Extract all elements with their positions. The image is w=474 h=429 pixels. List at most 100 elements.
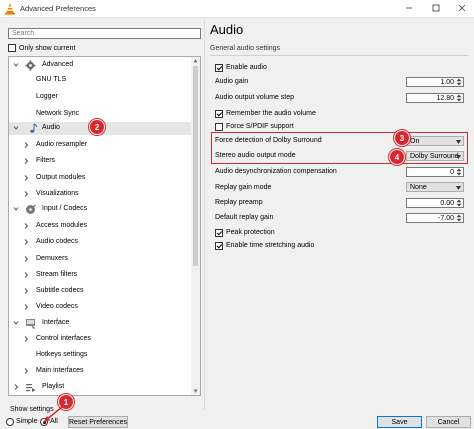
force-spdif-label: Force S/PDIF support — [226, 123, 294, 130]
vlc-cone-icon — [5, 3, 15, 15]
volume-step-label: Audio output volume step — [215, 94, 294, 101]
force-spdif-checkbox[interactable] — [215, 122, 223, 131]
save-button[interactable]: Save — [377, 416, 422, 428]
stereo-mode-label: Stereo audio output mode — [215, 152, 296, 159]
replay-gain-mode-dropdown[interactable]: None — [406, 182, 464, 192]
tree-item-output-modules[interactable]: Output modules — [9, 172, 192, 185]
chevron-right-icon[interactable] — [23, 271, 29, 279]
chevron-right-icon[interactable] — [23, 303, 29, 311]
scrollbar-thumb[interactable] — [193, 66, 198, 266]
chevron-down-icon[interactable] — [13, 124, 19, 132]
chevron-right-icon[interactable] — [23, 287, 29, 295]
dropdown-arrow-icon — [456, 140, 461, 144]
tree-item-demuxers[interactable]: Demuxers — [9, 253, 192, 266]
tree-item-label: Filters — [36, 157, 56, 164]
all-radio[interactable] — [40, 418, 48, 426]
tree-item-playlist[interactable]: Playlist — [9, 381, 192, 394]
tree-item-main-interfaces[interactable]: Main interfaces — [9, 365, 192, 378]
time-stretching-label: Enable time stretching audio — [226, 242, 315, 249]
panel-title: Audio — [210, 22, 244, 37]
chevron-down-icon[interactable] — [13, 205, 19, 213]
cancel-button[interactable]: Cancel — [426, 416, 471, 428]
tree-item-access-modules[interactable]: Access modules — [9, 220, 192, 233]
chevron-right-icon[interactable] — [13, 383, 19, 391]
default-replay-gain-input[interactable]: -7.00 — [406, 213, 464, 223]
spin-arrows-icon[interactable] — [456, 78, 462, 86]
tree-item-input-codecs[interactable]: Input / Codecs — [9, 203, 192, 216]
enable-audio-checkbox[interactable] — [215, 63, 223, 72]
tree-item-video-codecs[interactable]: Video codecs — [9, 301, 192, 314]
desync-comp-input[interactable]: 0 — [406, 167, 464, 177]
chevron-down-icon[interactable] — [13, 319, 19, 327]
time-stretching-option[interactable]: Enable time stretching audio — [215, 240, 314, 251]
volume-step-value: 12.80 — [436, 95, 454, 102]
tree-item-logger[interactable]: Logger — [9, 91, 192, 104]
chevron-right-icon[interactable] — [23, 367, 29, 375]
spin-arrows-icon[interactable] — [456, 214, 462, 222]
dropdown-arrow-icon — [456, 186, 461, 190]
replay-preamp-input[interactable]: 0.00 — [406, 198, 464, 208]
all-radio-label[interactable]: All — [50, 418, 58, 425]
force-spdif-option[interactable]: Force S/PDIF support — [215, 121, 294, 132]
tree-item-subtitle-codecs[interactable]: Subtitle codecs — [9, 285, 192, 298]
simple-radio[interactable] — [6, 418, 14, 426]
volume-step-input[interactable]: 12.80 — [406, 93, 464, 103]
only-show-current-label: Only show current — [19, 44, 76, 52]
stereo-mode-dropdown[interactable]: Dolby Surround — [406, 151, 464, 161]
tree-item-label: Hotkeys settings — [36, 351, 88, 358]
tree-item-label: Playlist — [42, 383, 65, 390]
tree-scrollbar[interactable] — [191, 57, 200, 395]
only-show-current-checkbox[interactable]: Only show current — [8, 43, 75, 53]
chevron-right-icon[interactable] — [23, 174, 29, 182]
tree-item-label: Video codecs — [36, 303, 78, 310]
chevron-down-icon[interactable] — [13, 61, 19, 69]
scroll-up-icon[interactable] — [193, 58, 198, 64]
audio-gain-value: 1.00 — [440, 79, 454, 86]
minimize-button[interactable] — [402, 2, 416, 14]
chevron-right-icon[interactable] — [23, 190, 29, 198]
tree-item-gnu-tls[interactable]: GNU TLS — [9, 74, 192, 87]
preferences-tree[interactable]: Advanced GNU TLS Logger Network Sync Aud… — [8, 56, 201, 396]
tree-item-stream-filters[interactable]: Stream filters — [9, 269, 192, 282]
peak-protection-checkbox[interactable] — [215, 228, 223, 237]
remember-volume-option[interactable]: Remember the audio volume — [215, 108, 316, 119]
spin-arrows-icon[interactable] — [456, 168, 462, 176]
spin-arrows-icon[interactable] — [456, 94, 462, 102]
tree-item-label: Audio resampler — [36, 141, 87, 148]
tree-item-audio-codecs[interactable]: Audio codecs — [9, 236, 192, 249]
maximize-button[interactable] — [429, 2, 443, 14]
tree-item-label: Main interfaces — [36, 367, 84, 374]
chevron-right-icon[interactable] — [23, 222, 29, 230]
only-show-current-box[interactable] — [8, 44, 16, 52]
replay-gain-mode-value: None — [410, 184, 427, 191]
tree-item-interface[interactable]: Interface — [9, 317, 192, 330]
search-input[interactable] — [8, 28, 201, 39]
tree-item-audio-resampler[interactable]: Audio resampler — [9, 139, 192, 152]
remember-volume-checkbox[interactable] — [215, 109, 223, 118]
close-button[interactable] — [455, 2, 469, 14]
audio-gain-label: Audio gain — [215, 78, 249, 85]
reset-preferences-button[interactable]: Reset Preferences — [68, 416, 128, 428]
chevron-right-icon[interactable] — [23, 157, 29, 165]
tree-item-advanced[interactable]: Advanced — [9, 59, 192, 72]
tree-item-control-interfaces[interactable]: Control interfaces — [9, 333, 192, 346]
tree-item-hotkeys-settings[interactable]: Hotkeys settings — [9, 349, 192, 362]
enable-audio-option[interactable]: Enable audio — [215, 62, 267, 73]
chevron-right-icon[interactable] — [23, 238, 29, 246]
scroll-down-icon[interactable] — [193, 388, 198, 394]
spin-arrows-icon[interactable] — [456, 199, 462, 207]
tree-item-label: Audio — [42, 124, 60, 131]
chevron-right-icon[interactable] — [23, 335, 29, 343]
enable-audio-label: Enable audio — [226, 64, 267, 71]
simple-radio-label[interactable]: Simple — [16, 418, 37, 425]
chevron-right-icon[interactable] — [23, 141, 29, 149]
chevron-right-icon[interactable] — [23, 255, 29, 263]
default-replay-gain-value: -7.00 — [438, 215, 454, 222]
replay-preamp-label: Replay preamp — [215, 199, 263, 206]
peak-protection-option[interactable]: Peak protection — [215, 227, 275, 238]
dolby-detection-dropdown[interactable]: On — [406, 136, 464, 146]
tree-item-visualizations[interactable]: Visualizations — [9, 188, 192, 201]
audio-gain-input[interactable]: 1.00 — [406, 77, 464, 87]
tree-item-filters[interactable]: Filters — [9, 155, 192, 168]
time-stretching-checkbox[interactable] — [215, 241, 223, 250]
